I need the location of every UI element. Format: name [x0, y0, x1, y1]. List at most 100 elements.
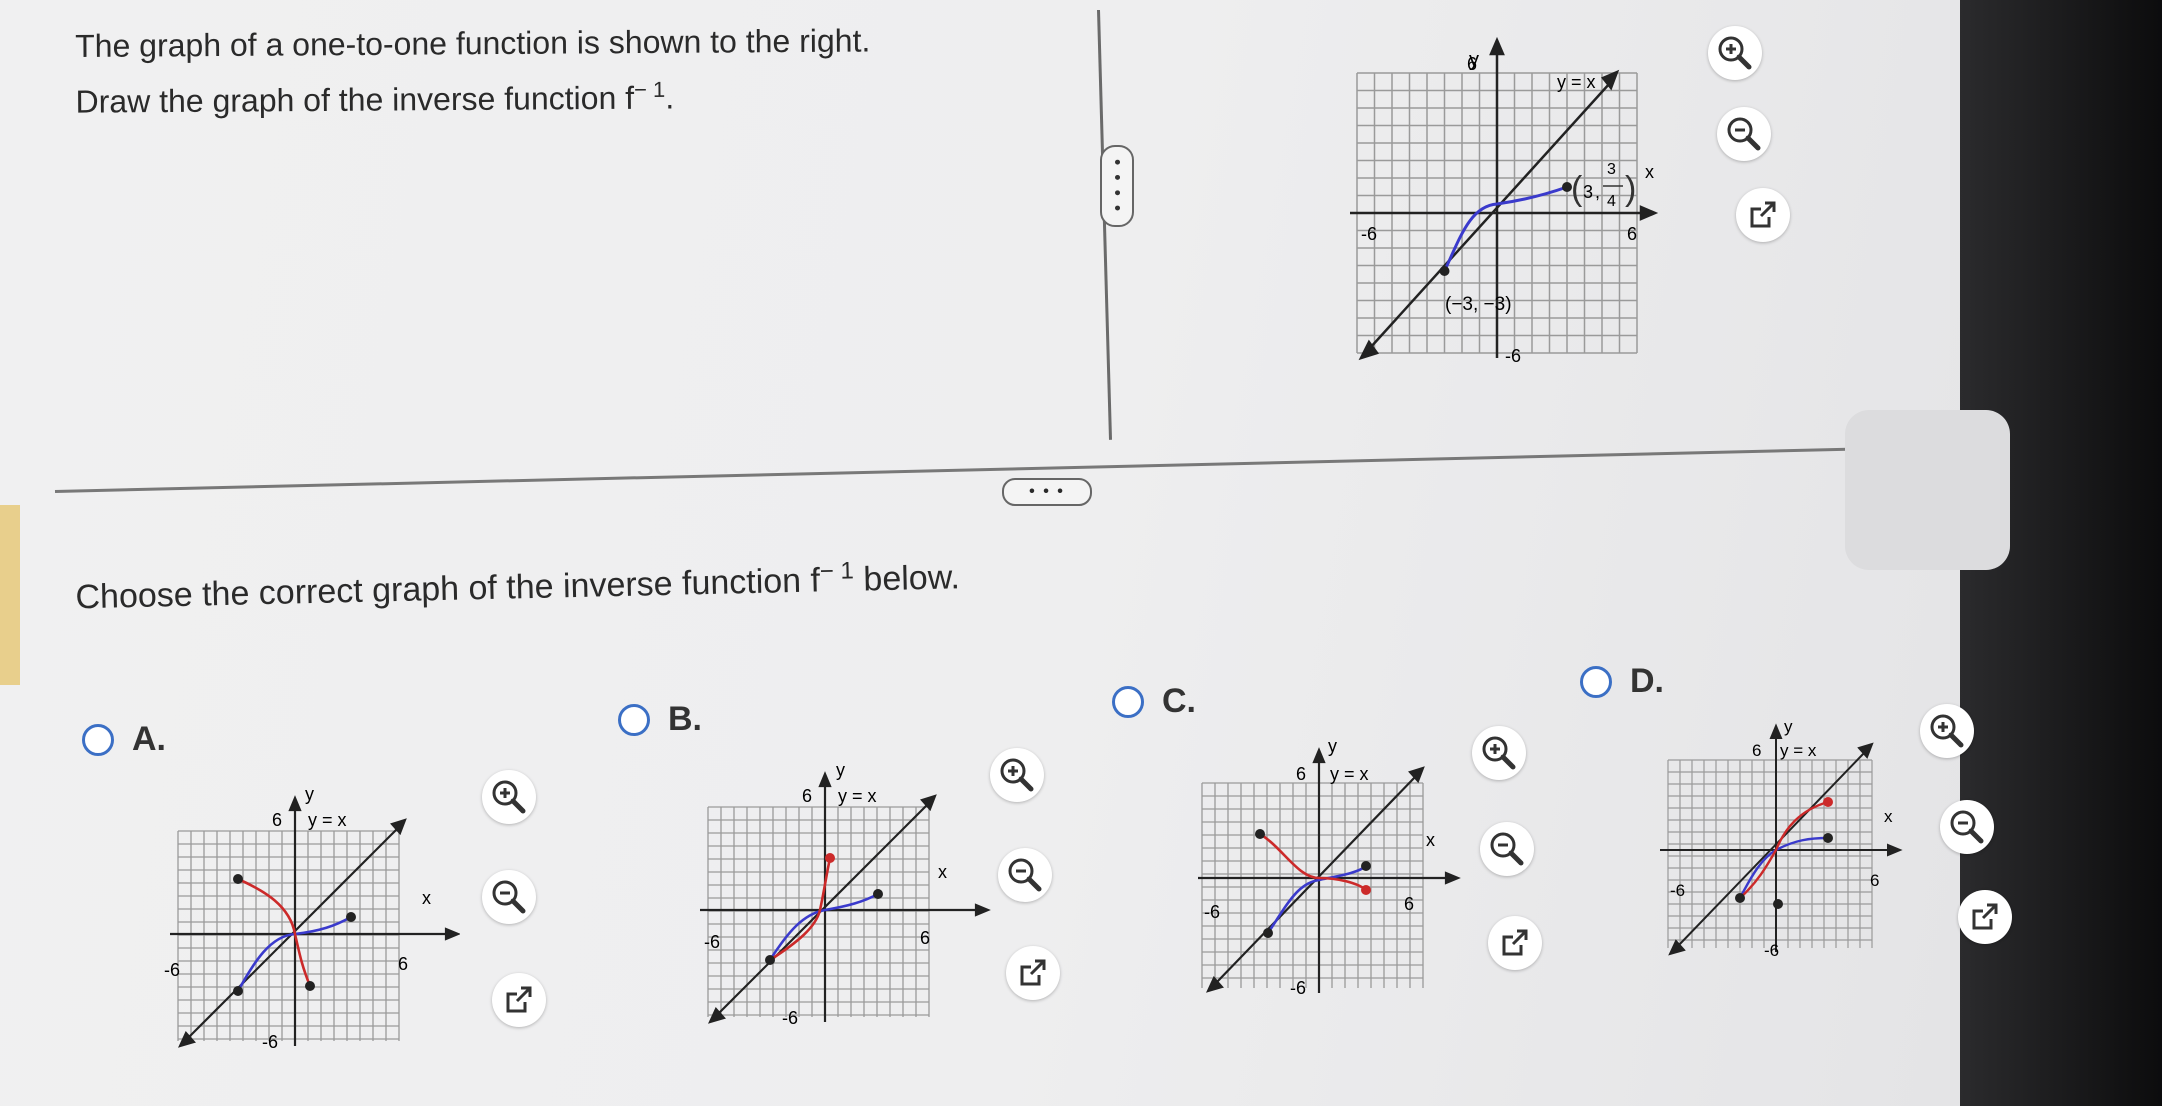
popout-icon	[1750, 201, 1776, 228]
option-c-radio[interactable]	[1112, 685, 1144, 718]
option-c-tick-x-pos: 6	[1404, 894, 1414, 914]
main-zoom-in-button[interactable]	[1708, 26, 1762, 80]
svg-text:): )	[1625, 170, 1636, 208]
option-d-label: D.	[1630, 662, 1664, 700]
question-line-2: Draw the graph of the inverse function f…	[75, 64, 871, 125]
main-point-neg	[1439, 266, 1450, 276]
main-point1-label: (−3, −3)	[1445, 294, 1512, 315]
option-b[interactable]: B.	[618, 700, 702, 739]
option-d-ylabel: y	[1784, 717, 1793, 736]
option-a-ylabel: y	[305, 784, 314, 804]
option-b-label: B.	[668, 700, 702, 738]
section-divider-handle[interactable]: • • •	[1002, 478, 1092, 506]
option-d-zoom-in-button[interactable]	[1920, 704, 1974, 758]
question-text: The graph of a one-to-one function is sh…	[75, 16, 871, 125]
option-d-tick-x-pos: 6	[1870, 871, 1879, 890]
option-d-graph: y 6 y = x x -6 6 -6	[1660, 710, 1920, 970]
main-tick-x-neg: -6	[1361, 224, 1377, 244]
option-d-tick-y-neg: -6	[1764, 941, 1779, 960]
option-c-ylabel: y	[1328, 736, 1337, 756]
option-a-zoom-out-button[interactable]	[482, 870, 536, 924]
option-c-tick-y-pos: 6	[1296, 764, 1306, 784]
option-b-graph: y 6 y = x x -6 6 -6	[698, 752, 998, 1042]
zoom-out-icon	[492, 880, 526, 914]
inverse-exponent: − 1	[633, 76, 666, 103]
main-zoom-out-button[interactable]	[1717, 107, 1771, 161]
option-d-zoom-out-button[interactable]	[1940, 800, 1994, 854]
option-d-xlabel: x	[1884, 807, 1893, 826]
option-b-tick-y-neg: -6	[782, 1008, 798, 1028]
main-popout-button[interactable]	[1736, 188, 1790, 242]
svg-text:(: (	[1571, 170, 1583, 208]
option-c-label: C.	[1162, 682, 1196, 720]
option-b-radio[interactable]	[618, 703, 650, 736]
option-c-grid	[1201, 782, 1424, 988]
option-c-zoom-in-button[interactable]	[1472, 726, 1526, 780]
main-tick-x-pos: 6	[1627, 224, 1637, 244]
option-a[interactable]: A.	[82, 720, 166, 759]
zoom-in-icon	[1718, 36, 1752, 70]
svg-text:,: ,	[1595, 182, 1600, 202]
option-d-tick-y-pos: 6	[1752, 741, 1761, 760]
main-point2-label: ( 3 , 3 4 )	[1571, 161, 1636, 210]
option-a-graph: y 6 y = x x -6 6 -6	[160, 776, 460, 1066]
option-c-line-label: y = x	[1330, 764, 1369, 784]
zoom-out-icon	[1490, 832, 1524, 866]
zoom-out-icon	[1008, 858, 1042, 892]
zoom-in-icon	[1930, 714, 1964, 748]
main-identity-arrow-up	[1600, 69, 1620, 91]
option-a-radio[interactable]	[82, 723, 114, 756]
prompt-text-tail: below.	[853, 558, 961, 599]
main-x-arrow	[1639, 205, 1659, 221]
question-line-2-text: Draw the graph of the inverse function f	[75, 79, 635, 120]
option-a-label: A.	[132, 720, 166, 758]
question-line-1: The graph of a one-to-one function is sh…	[75, 22, 871, 64]
option-c-popout-button[interactable]	[1488, 916, 1542, 970]
option-d-popout-button[interactable]	[1958, 890, 2012, 944]
option-a-zoom-in-button[interactable]	[482, 770, 536, 824]
option-d-line-label: y = x	[1780, 741, 1817, 760]
option-b-tick-x-pos: 6	[920, 928, 930, 948]
option-c-xlabel: x	[1426, 830, 1435, 850]
option-c-tick-x-neg: -6	[1204, 902, 1220, 922]
main-tick-y-neg: -6	[1505, 346, 1521, 366]
vertical-divider-handle[interactable]: • • • •	[1100, 145, 1134, 227]
option-b-ylabel: y	[836, 760, 845, 780]
question-line-2-period: .	[665, 79, 675, 116]
zoom-out-icon	[1727, 117, 1761, 151]
option-c-zoom-out-button[interactable]	[1480, 822, 1534, 876]
main-function-graph: y 6 y = x x -6 6 -6 (−3, −3) ( 3 , 3 4 )	[1345, 28, 1725, 368]
option-b-xlabel: x	[938, 862, 947, 882]
zoom-in-icon	[1000, 758, 1034, 792]
zoom-out-icon	[1950, 810, 1984, 844]
main-tick-y-pos: 6	[1467, 54, 1477, 74]
prompt-exponent: − 1	[819, 557, 855, 586]
option-a-tick-x-neg: -6	[164, 960, 180, 980]
option-c-tick-y-neg: -6	[1290, 978, 1306, 998]
popout-icon	[506, 986, 532, 1013]
right-panel	[1845, 410, 2010, 570]
popout-icon	[1020, 959, 1046, 986]
option-a-popout-button[interactable]	[492, 973, 546, 1027]
option-a-xlabel: x	[422, 888, 431, 908]
main-line-label: y = x	[1557, 72, 1596, 92]
option-c[interactable]: C.	[1112, 682, 1196, 721]
option-d[interactable]: D.	[1580, 662, 1664, 701]
option-b-tick-x-neg: -6	[704, 932, 720, 952]
popout-icon	[1502, 929, 1528, 956]
main-point2-num: 3	[1607, 161, 1616, 178]
popout-icon	[1972, 903, 1998, 930]
option-d-tick-x-neg: -6	[1670, 881, 1685, 900]
option-c-graph: y 6 y = x x -6 6 -6	[1198, 728, 1498, 1008]
option-a-line-label: y = x	[308, 810, 347, 830]
option-a-tick-y-pos: 6	[272, 810, 282, 830]
left-accent-bar	[0, 505, 20, 685]
option-b-line-label: y = x	[838, 786, 877, 806]
main-xlabel: x	[1645, 162, 1654, 182]
option-b-tick-y-pos: 6	[802, 786, 812, 806]
option-b-zoom-in-button[interactable]	[990, 748, 1044, 802]
option-d-radio[interactable]	[1580, 665, 1612, 698]
zoom-in-icon	[1482, 736, 1516, 770]
option-b-zoom-out-button[interactable]	[998, 848, 1052, 902]
option-b-popout-button[interactable]	[1006, 946, 1060, 1000]
